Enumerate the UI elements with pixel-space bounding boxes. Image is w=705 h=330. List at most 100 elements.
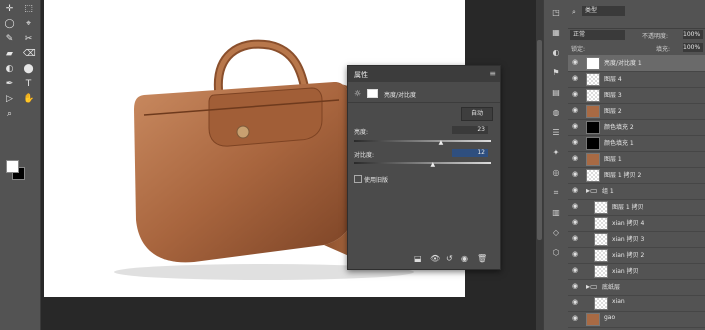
properties-tab[interactable]: 属性 [354, 70, 368, 80]
eye-icon[interactable]: ◉ [572, 203, 580, 210]
dock-panel-icon[interactable]: ▦ [550, 28, 562, 38]
dock-panel-icon[interactable]: ◇ [550, 228, 562, 238]
layer-row[interactable]: ◉ ▸▭ 底纸层 [568, 279, 705, 296]
layer-row[interactable]: ◉ 图层 1 [568, 151, 705, 168]
dock-panel-icon[interactable]: ◎ [550, 168, 562, 178]
tool-icon-10[interactable]: ✒ [4, 79, 15, 90]
tool-icon-7[interactable]: ⌫ [23, 49, 36, 60]
dock-panel-icon[interactable]: ☰ [550, 128, 562, 138]
layer-row[interactable]: ◉ 颜色填充 2 [568, 119, 705, 136]
layer-thumbnail [594, 265, 608, 278]
eye-icon[interactable]: ◉ [572, 75, 580, 82]
clip-to-layer-icon[interactable]: ⬓ [414, 254, 422, 263]
dock-panel-icon[interactable]: ⬡ [550, 248, 562, 258]
contrast-slider[interactable] [354, 162, 491, 164]
foreground-color-swatch[interactable] [6, 160, 19, 173]
layer-thumbnail [586, 137, 600, 150]
reset-icon[interactable]: ↺ [446, 254, 453, 263]
eye-icon[interactable]: ◉ [572, 123, 580, 130]
dock-panel-icon[interactable]: ◍ [550, 108, 562, 118]
layer-name: 图层 2 [604, 108, 622, 115]
tool-icon-4[interactable]: ✎ [4, 34, 15, 45]
layer-row[interactable]: ◉ xian 拷贝 [568, 263, 705, 280]
tool-icon-12[interactable]: ▷ [4, 94, 15, 105]
eye-icon[interactable]: ◉ [572, 235, 580, 242]
tool-icon-13[interactable]: ✋ [23, 94, 34, 105]
eye-icon[interactable]: ◉ [572, 299, 580, 306]
brightness-input[interactable]: 23 [452, 126, 488, 134]
search-icon[interactable]: ⌕ [572, 8, 576, 17]
eye-icon[interactable]: ◉ [572, 267, 580, 274]
tool-icon-11[interactable]: T [23, 79, 34, 90]
eye-icon[interactable]: ◉ [572, 219, 580, 226]
contrast-input[interactable]: 12 [452, 149, 488, 157]
layer-row[interactable]: ◉ xian 拷贝 2 [568, 247, 705, 264]
eye-icon[interactable]: ◉ [572, 91, 580, 98]
properties-panel: 属性 ≡ ☼ 亮度/对比度 自动 亮度: 23 ▲ 对比度: 12 ▲ 使用旧版… [347, 65, 501, 270]
tool-icon-5[interactable]: ✂ [23, 34, 34, 45]
blend-mode-select[interactable]: 正常 [570, 30, 625, 40]
eye-icon[interactable]: ◉ [572, 155, 580, 162]
eye-icon[interactable]: ◉ [572, 171, 580, 178]
contrast-slider-handle[interactable]: ▲ [430, 161, 435, 168]
eye-icon[interactable]: ◉ [572, 315, 580, 322]
eye-icon[interactable]: ◉ [572, 251, 580, 258]
layer-row[interactable]: ◉ ▸▭ 组 1 [568, 183, 705, 200]
eye-icon[interactable]: ◉ [572, 59, 580, 66]
mask-icon[interactable] [367, 89, 378, 98]
opacity-input[interactable]: 100% [683, 30, 703, 39]
layer-row[interactable]: ◉ 图层 2 [568, 103, 705, 120]
auto-button[interactable]: 自动 [461, 107, 493, 121]
layer-name: xian 拷贝 3 [612, 236, 645, 243]
layer-row[interactable]: ◉ 图层 1 拷贝 [568, 199, 705, 216]
fill-input[interactable]: 100% [683, 43, 703, 52]
layer-row[interactable]: ◉ 图层 3 [568, 87, 705, 104]
layer-thumbnail [586, 105, 600, 118]
layer-row[interactable]: ◉ 图层 1 拷贝 2 [568, 167, 705, 184]
eye-icon[interactable]: ◉ [572, 139, 580, 146]
tool-icon-8[interactable]: ◐ [4, 64, 15, 75]
layer-thumbnail [586, 313, 600, 326]
tool-icon-1[interactable]: ⬚ [23, 4, 34, 15]
scrollbar-thumb[interactable] [537, 40, 542, 240]
layer-row[interactable]: ◉ 亮度/对比度 1 [568, 55, 705, 72]
brightness-slider[interactable] [354, 140, 491, 142]
layer-row[interactable]: ◉ xian 拷贝 4 [568, 215, 705, 232]
tool-icon-6[interactable]: ▰ [4, 49, 15, 60]
layer-row[interactable]: ◉ gao [568, 311, 705, 328]
tool-icon-2[interactable]: ◯ [4, 19, 15, 30]
tool-icon-14[interactable]: ⌕ [4, 109, 15, 120]
layer-row[interactable]: ◉ 图层 4 [568, 71, 705, 88]
layer-name: 底纸层 [602, 284, 621, 291]
layer-thumbnail [594, 201, 608, 214]
panel-menu-icon[interactable]: ≡ [489, 69, 496, 78]
dock-panel-icon[interactable]: ▤ [550, 88, 562, 98]
layer-thumbnail [594, 233, 608, 246]
tool-icon-0[interactable]: ✛ [4, 4, 15, 15]
dock-panel-icon[interactable]: ⚑ [550, 68, 562, 78]
dock-panel-icon[interactable]: ◳ [550, 8, 562, 18]
eye-icon[interactable]: ◉ [572, 187, 580, 194]
dock-panel-icon[interactable]: ▥ [550, 208, 562, 218]
eye-icon[interactable]: ◉ [572, 283, 580, 290]
layer-row[interactable]: ◉ xian 拷贝 3 [568, 231, 705, 248]
brightness-slider-handle[interactable]: ▲ [439, 139, 444, 146]
tool-icon-9[interactable]: ⬤ [23, 64, 34, 75]
layer-row[interactable]: ◉ 颜色填充 1 [568, 135, 705, 152]
tool-icon-3[interactable]: ⌖ [23, 19, 34, 30]
filter-type-select[interactable]: 类型 [582, 6, 625, 16]
legacy-checkbox[interactable] [354, 175, 362, 183]
dock-panel-icon[interactable]: ◐ [550, 48, 562, 58]
dock-panel-icon[interactable]: ⌗ [550, 188, 562, 198]
visibility-icon[interactable]: ◉ [461, 254, 468, 263]
eye-icon[interactable]: ◉ [572, 107, 580, 114]
brightness-label: 亮度: [354, 129, 369, 136]
opacity-label: 不透明度: [642, 33, 669, 40]
dock-panel-icon[interactable]: ✦ [550, 148, 562, 158]
layer-row[interactable]: ◉ xian [568, 295, 705, 312]
trash-icon[interactable]: 🗑 [477, 254, 487, 263]
properties-header: 属性 ≡ [348, 66, 500, 82]
lock-label: 锁定: [571, 46, 586, 53]
view-previous-icon[interactable]: 👁 [430, 254, 440, 263]
layer-name: 颜色填充 2 [604, 124, 634, 131]
